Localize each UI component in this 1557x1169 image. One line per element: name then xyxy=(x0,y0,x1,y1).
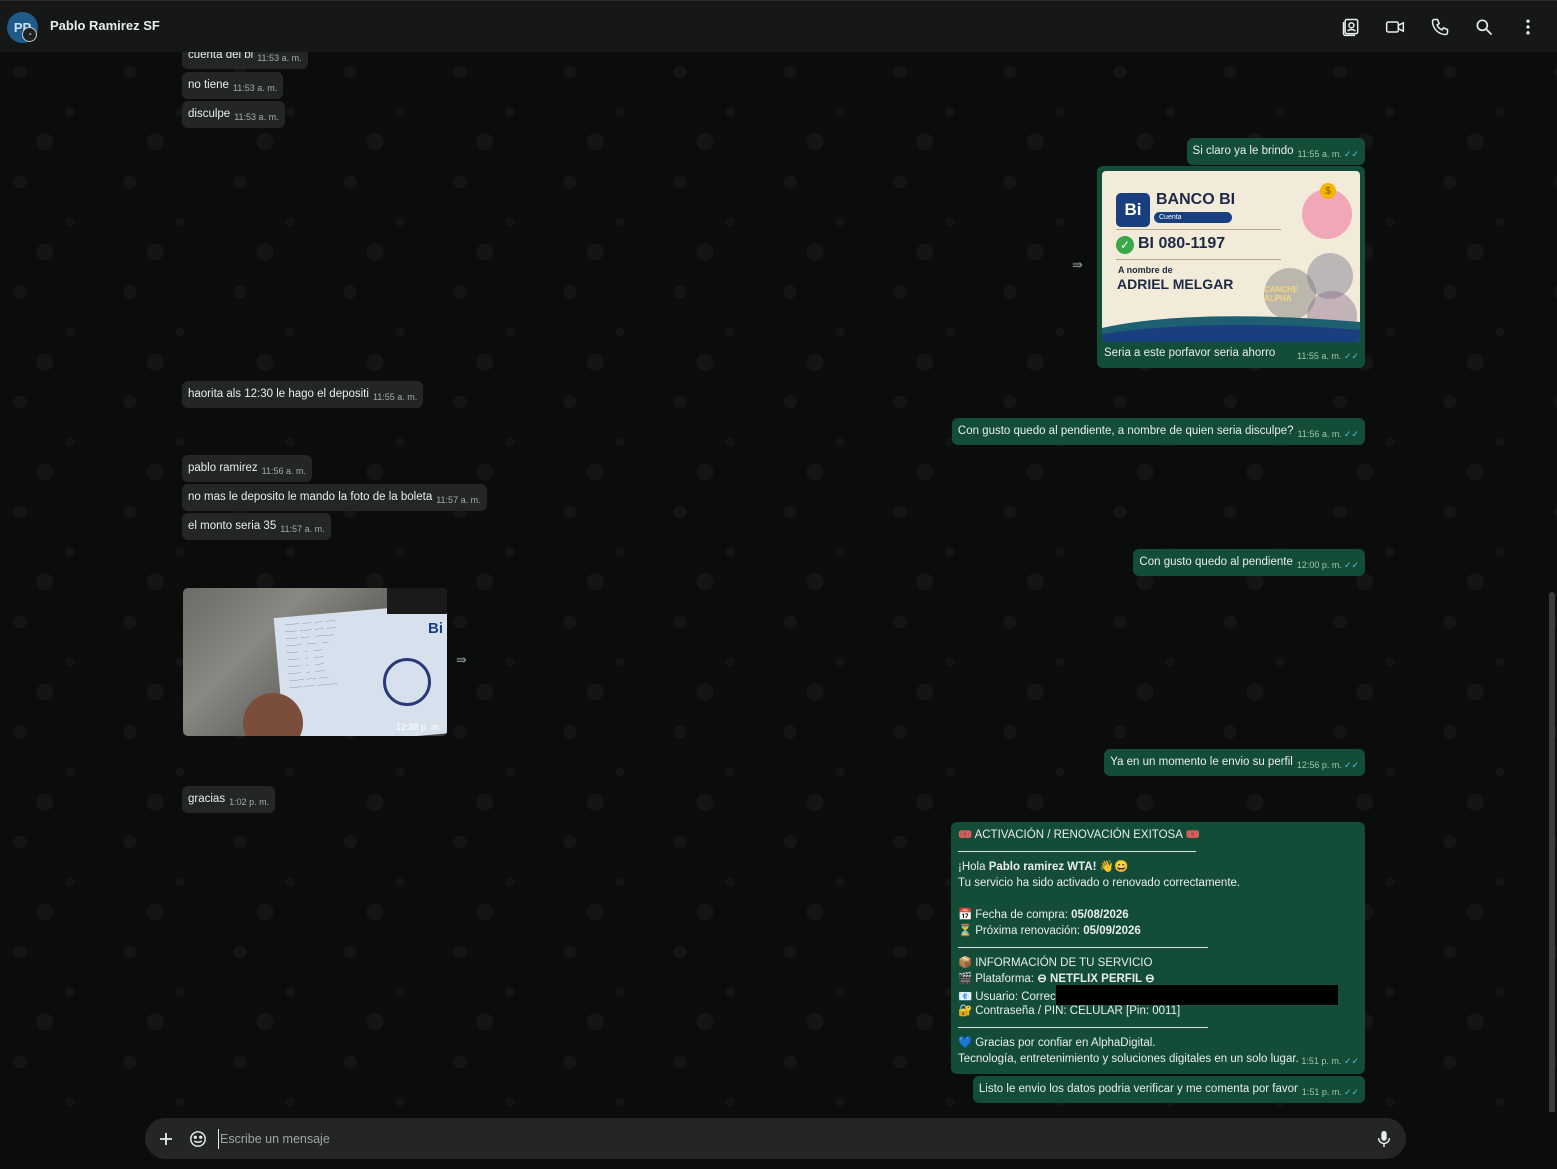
message-incoming[interactable]: gracias 1:02 p. m. xyxy=(182,786,276,813)
message-incoming[interactable]: el monto seria 35 11:57 a. m. xyxy=(182,513,331,540)
message-text: Si claro ya le brindo xyxy=(1192,145,1294,157)
message-outgoing[interactable]: Listo le envio los datos podria verifica… xyxy=(972,1076,1365,1103)
message-text: gracias xyxy=(188,793,226,805)
purchase-date: 📅 Fecha de compra: 05/08/2026 xyxy=(958,909,1129,921)
forward-icon[interactable]: ⇛ xyxy=(1072,257,1090,275)
bank-name: BANCO BI xyxy=(1156,191,1236,208)
message-outgoing-activation[interactable]: 🎟️ ACTIVACIÓN / RENOVACIÓN EXITOSA 🎟️ ¡H… xyxy=(951,822,1365,1074)
message-time: 11:57 a. m. xyxy=(280,524,325,534)
stamp-mark xyxy=(383,658,431,706)
status-icon: ◔ xyxy=(22,27,37,42)
message-outgoing[interactable]: Ya en un momento le envio su perfil 12:56… xyxy=(1104,749,1365,776)
message-time: 11:53 a. m. xyxy=(257,53,302,63)
divider xyxy=(1116,259,1281,260)
message-text: no mas le deposito le mando la foto de l… xyxy=(188,491,433,503)
renewal-date: ⏳ Próxima renovación: 05/09/2026 xyxy=(958,925,1141,937)
user-email: 📧 Usuario: Correc xyxy=(958,985,1358,1005)
message-time: 11:55 a. m. xyxy=(1297,149,1342,159)
message-incoming[interactable]: disculpe 11:53 a. m. xyxy=(182,101,285,128)
message-time: 12:38 p. m. xyxy=(395,722,441,732)
read-receipt-icon: ✓✓ xyxy=(1343,429,1359,439)
bank-card-image[interactable]: Bi BANCO BI Cuenta ✓ BI 080-1197 A nombr… xyxy=(1102,171,1360,342)
message-text: cuenta del bi xyxy=(188,52,254,61)
message-time: 1:51 p. m. xyxy=(1301,1087,1342,1097)
message-time: 1:51 p. m. ✓✓ xyxy=(1301,1056,1359,1066)
redaction-box xyxy=(1055,985,1338,1005)
contact-name[interactable]: Pablo Ramirez SF xyxy=(50,18,160,33)
message-incoming[interactable]: no mas le deposito le mando la foto de l… xyxy=(182,484,487,511)
message-text: Con gusto quedo al pendiente, a nombre d… xyxy=(957,425,1294,437)
coin-icon: $ xyxy=(1320,183,1336,199)
video-call-icon[interactable] xyxy=(1384,16,1406,38)
message-time: 11:55 a. m. ✓✓ xyxy=(1297,351,1359,361)
activation-title: 🎟️ ACTIVACIÓN / RENOVACIÓN EXITOSA 🎟️ xyxy=(958,829,1200,841)
check-icon: ✓ xyxy=(1116,236,1134,254)
message-composer xyxy=(145,1118,1406,1159)
attach-plus-icon[interactable] xyxy=(155,1128,177,1150)
message-incoming[interactable]: pablo ramirez 11:56 a. m. xyxy=(182,455,313,482)
message-text: haorita als 12:30 le hago el depositi xyxy=(188,388,369,400)
message-text: disculpe xyxy=(188,108,231,120)
read-receipt-icon: ✓✓ xyxy=(1343,760,1359,770)
holder-name: ADRIEL MELGAR xyxy=(1117,276,1234,292)
message-incoming[interactable]: no tiene 11:53 a. m. xyxy=(182,72,284,99)
message-outgoing-image[interactable]: Bi BANCO BI Cuenta ✓ BI 080-1197 A nombr… xyxy=(1097,166,1365,368)
message-time: 11:53 a. m. xyxy=(232,83,278,93)
message-text: Listo le envio los datos podria verifica… xyxy=(978,1083,1298,1095)
message-time: 1:02 p. m. xyxy=(229,797,270,807)
message-input[interactable] xyxy=(218,1129,1318,1149)
chat-header: PP ◔ Pablo Ramirez SF xyxy=(0,0,1557,52)
forward-icon[interactable]: ⇛ xyxy=(456,652,474,670)
message-text: Con gusto quedo al pendiente xyxy=(1139,556,1293,568)
microphone-icon[interactable] xyxy=(1373,1128,1395,1150)
read-receipt-icon: ✓✓ xyxy=(1343,1087,1359,1097)
message-time: 12:00 p. m. xyxy=(1296,560,1342,570)
voice-call-icon[interactable] xyxy=(1429,16,1451,38)
message-time: 11:56 a. m. xyxy=(261,466,307,476)
card-wave xyxy=(1102,316,1360,342)
message-time: 11:56 a. m. xyxy=(1297,429,1342,439)
message-list[interactable]: cuenta del bi 11:53 a. m. no tiene 11:53 a… xyxy=(0,52,1557,1112)
receipt-text-lines: ————— ——— ——— ——— ———— ———— ——— ——— ————… xyxy=(284,617,339,692)
message-time: 12:56 p. m. xyxy=(1296,760,1342,770)
pin: 🔐 Contraseña / PIN: CELULAR [Pin: 0011] xyxy=(958,1005,1181,1017)
divider xyxy=(958,1019,1358,1035)
bank-logo: Bi xyxy=(428,620,443,637)
receipt-photo[interactable]: ————— ——— ——— ——— ———— ———— ——— ——— ————… xyxy=(183,588,447,736)
message-incoming[interactable]: cuenta del bi 11:53 a. m. xyxy=(182,52,308,69)
search-icon[interactable] xyxy=(1473,16,1495,38)
read-receipt-icon: ✓✓ xyxy=(1343,560,1359,570)
divider xyxy=(1116,229,1281,230)
divider xyxy=(958,939,1358,955)
account-tag: Cuenta xyxy=(1154,212,1232,223)
scrollbar[interactable] xyxy=(1549,592,1555,1112)
divider xyxy=(958,843,1358,859)
more-options-icon[interactable] xyxy=(1517,16,1539,38)
message-incoming[interactable]: haorita als 12:30 le hago el depositi 11:… xyxy=(182,381,424,408)
tagline: Tecnología, entretenimiento y soluciones… xyxy=(958,1053,1299,1065)
account-number: BI 080-1197 xyxy=(1138,235,1226,252)
message-text: el monto seria 35 xyxy=(188,520,277,532)
read-receipt-icon: ✓✓ xyxy=(1343,149,1359,159)
message-time: 11:55 a. m. xyxy=(372,392,418,402)
message-outgoing[interactable]: Si claro ya le brindo 11:55 a. m. ✓✓ xyxy=(1186,138,1365,165)
bank-logo: Bi xyxy=(1116,193,1150,227)
activated-text: Tu servicio ha sido activado o renovado … xyxy=(958,877,1241,889)
message-outgoing[interactable]: Con gusto quedo al pendiente, a nombre d… xyxy=(951,418,1365,445)
message-outgoing[interactable]: Con gusto quedo al pendiente 12:00 p. m. ✓… xyxy=(1133,549,1365,576)
message-text: no tiene xyxy=(188,79,229,91)
greeting: ¡Hola Pablo ramirez WTA! 👋😄 xyxy=(958,861,1129,873)
info-title: 📦 INFORMACIÓN DE TU SERVICIO xyxy=(958,957,1153,969)
thanks: 💙 Gracias por confiar en AlphaDigital. xyxy=(958,1037,1156,1049)
message-time: 11:57 a. m. xyxy=(436,495,481,505)
message-text: pablo ramirez xyxy=(188,462,258,474)
holder-label: A nombre de xyxy=(1118,265,1173,275)
sticker-emoji-icon[interactable] xyxy=(187,1128,209,1150)
message-time: 11:53 a. m. xyxy=(234,112,279,122)
image-caption: Seria a este porfavor seria ahorro xyxy=(1104,347,1276,359)
message-text: Ya en un momento le envio su perfil xyxy=(1110,756,1293,768)
contact-card-icon[interactable] xyxy=(1340,16,1362,38)
photo-shadow xyxy=(387,588,447,614)
